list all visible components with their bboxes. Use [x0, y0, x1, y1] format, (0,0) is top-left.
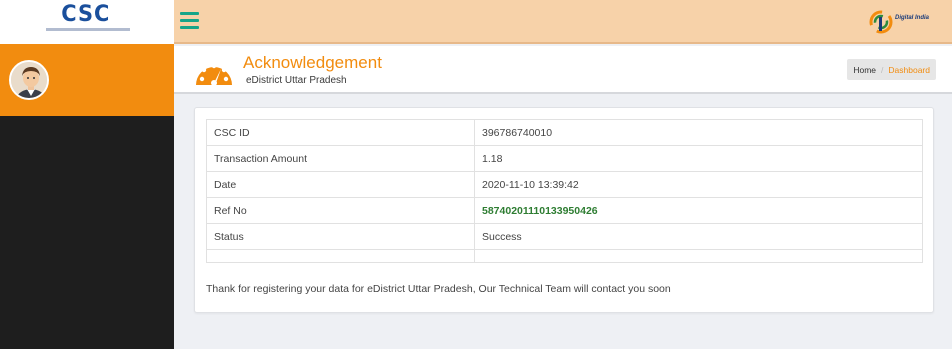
breadcrumb-home-link[interactable]: Home [853, 65, 876, 75]
top-navbar: CSC Digital India [0, 0, 952, 44]
logo-text: CSC [61, 2, 111, 27]
table-row: Transaction Amount 1.18 [206, 145, 923, 172]
breadcrumb-current: Dashboard [888, 64, 930, 75]
date-label: Date [206, 171, 475, 198]
menu-icon[interactable] [180, 12, 199, 29]
transaction-amount-label: Transaction Amount [206, 145, 475, 172]
table-row: Date 2020-11-10 13:39:42 [206, 171, 923, 198]
digital-india-logo [869, 10, 893, 34]
logo-tagline [46, 28, 130, 31]
details-table: CSC ID 396786740010 Transaction Amount 1… [206, 119, 923, 263]
user-avatar-icon[interactable] [9, 60, 49, 100]
status-value: Success [474, 223, 923, 250]
ref-no-value: 58740201110133950426 [474, 197, 923, 224]
table-row: Ref No 58740201110133950426 [206, 197, 923, 224]
empty-cell [206, 249, 475, 263]
breadcrumb: Home / Dashboard [847, 59, 936, 80]
confirmation-message: Thank for registering your data for eDis… [206, 283, 671, 295]
csc-id-value: 396786740010 [474, 119, 923, 146]
transaction-amount-value: 1.18 [474, 145, 923, 172]
table-row-empty [206, 249, 923, 263]
sidebar [0, 44, 174, 349]
page-subtitle: eDistrict Uttar Pradesh [246, 75, 347, 86]
dashboard-gauge-icon [196, 63, 232, 86]
date-value: 2020-11-10 13:39:42 [474, 171, 923, 198]
table-row: CSC ID 396786740010 [206, 119, 923, 146]
breadcrumb-separator: / [881, 64, 884, 75]
status-label: Status [206, 223, 475, 250]
sidebar-user-panel [0, 44, 174, 116]
csc-logo[interactable]: CSC [0, 0, 174, 44]
page-title: Acknowledgement [243, 53, 382, 72]
digital-india-text: Digital India [895, 15, 930, 21]
page-header: Acknowledgement eDistrict Uttar Pradesh … [174, 46, 952, 94]
csc-id-label: CSC ID [206, 119, 475, 146]
table-row: Status Success [206, 223, 923, 250]
ref-no-label: Ref No [206, 197, 475, 224]
acknowledgement-card: CSC ID 396786740010 Transaction Amount 1… [194, 107, 934, 313]
empty-cell [474, 249, 923, 263]
